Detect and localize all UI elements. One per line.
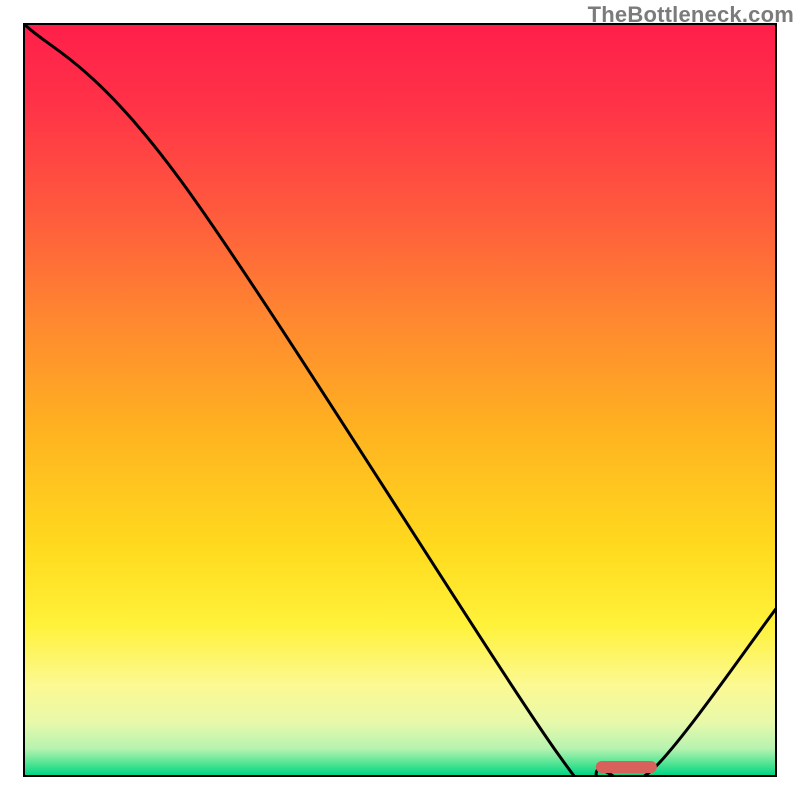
optimal-range-marker xyxy=(596,761,656,773)
chart-curve-svg xyxy=(23,23,777,777)
bottleneck-curve xyxy=(23,23,777,777)
watermark-text: TheBottleneck.com xyxy=(588,2,794,28)
